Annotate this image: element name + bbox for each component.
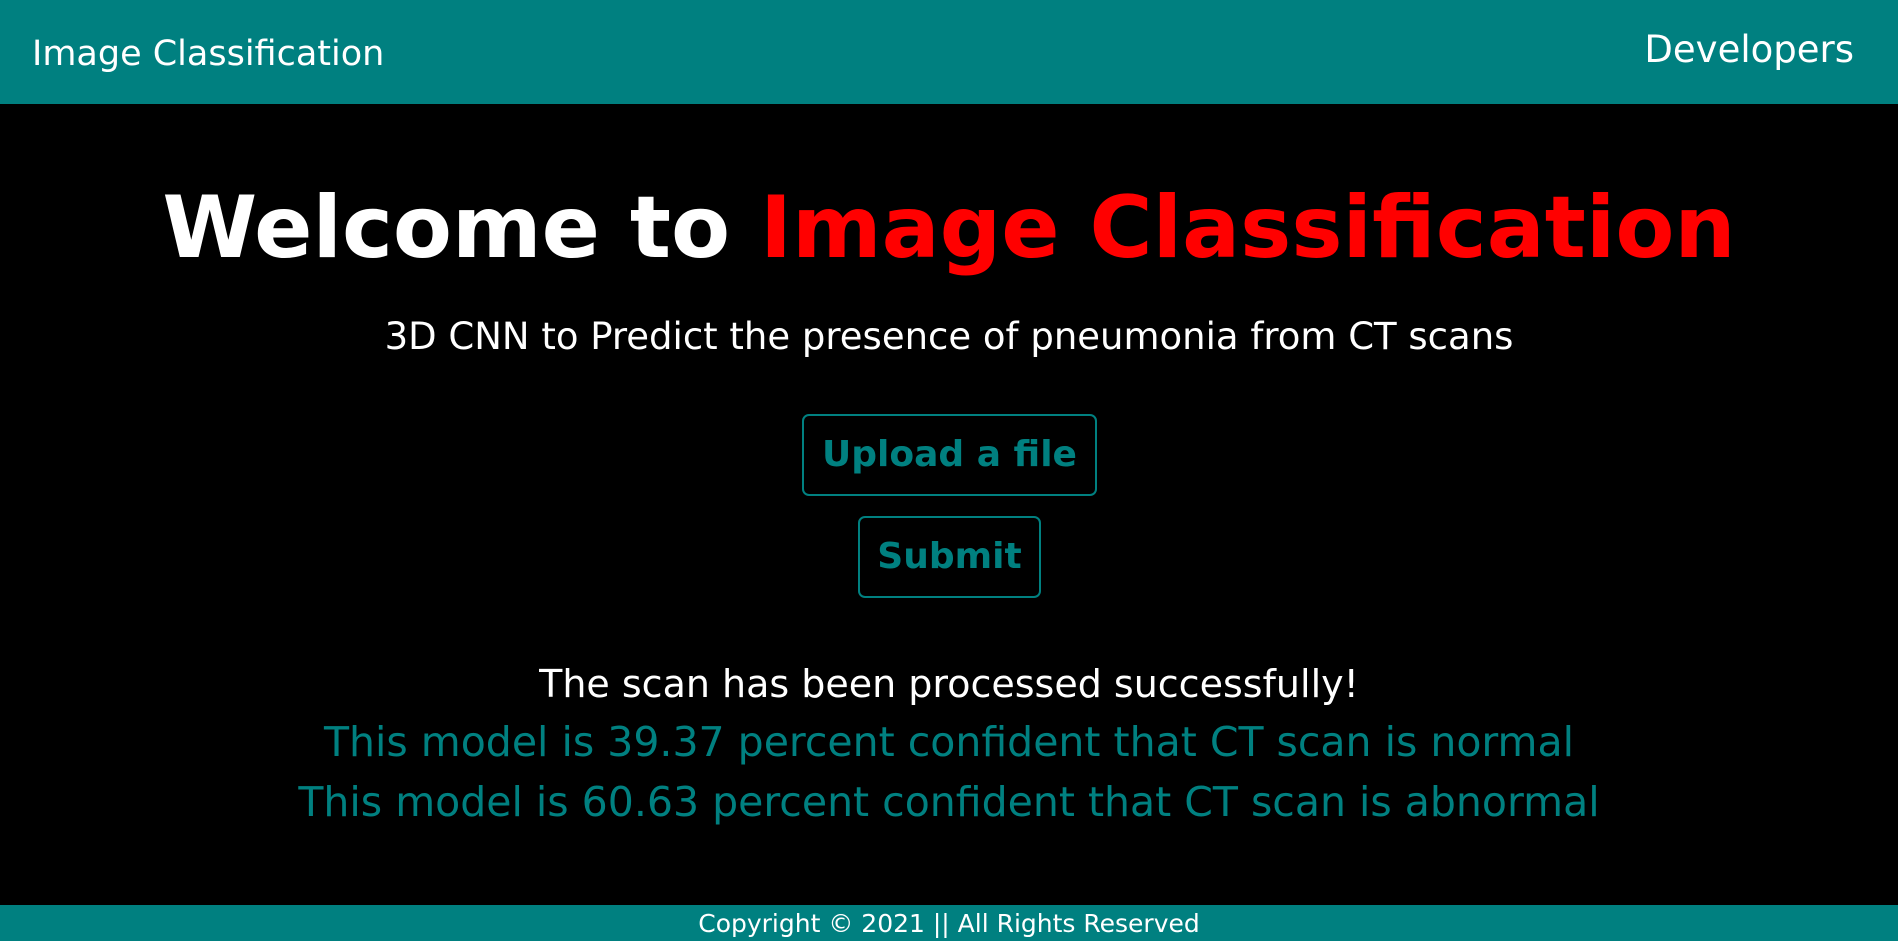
navbar: Image Classification Developers [0, 0, 1898, 104]
upload-file-button[interactable]: Upload a file [802, 414, 1097, 496]
page: Image Classification Developers Welcome … [0, 0, 1898, 941]
page-title: Welcome to Image Classification [0, 168, 1898, 288]
brand-link[interactable]: Image Classification [32, 30, 384, 78]
result-normal: This model is 39.37 percent confident th… [323, 718, 1575, 766]
title-highlight: Image Classification [760, 178, 1736, 278]
result-abnormal: This model is 60.63 percent confident th… [298, 778, 1600, 826]
page-subtitle: 3D CNN to Predict the presence of pneumo… [384, 315, 1514, 358]
copyright-text: Copyright © 2021 || All Rights Reserved [698, 909, 1200, 938]
footer: Copyright © 2021 || All Rights Reserved [0, 905, 1898, 941]
status-message: The scan has been processed successfully… [539, 662, 1359, 706]
submit-button[interactable]: Submit [858, 516, 1041, 598]
developers-link[interactable]: Developers [1644, 26, 1854, 74]
title-welcome: Welcome to [162, 178, 731, 278]
